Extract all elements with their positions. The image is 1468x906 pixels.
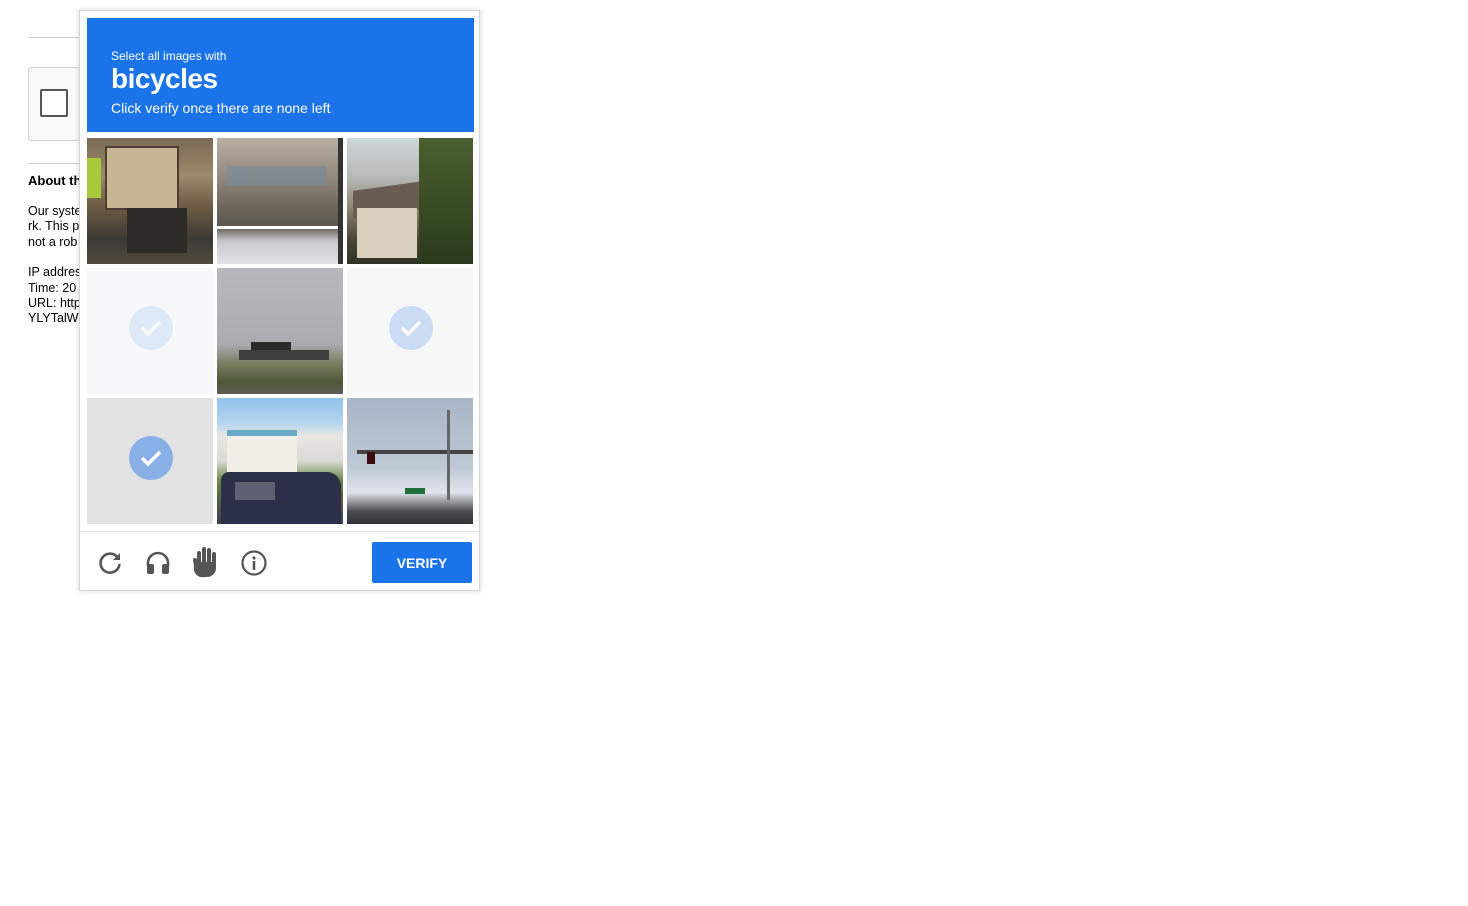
captcha-challenge: Select all images with bicycles Click ve… [79, 10, 480, 591]
prompt-target: bicycles [111, 63, 218, 94]
about-heading: About th [28, 173, 82, 188]
paragraph-line: rk. This p [28, 219, 80, 233]
captcha-tile[interactable] [87, 138, 213, 264]
captcha-tile[interactable] [217, 398, 343, 524]
captcha-footer: VERIFY [80, 531, 479, 591]
reload-icon[interactable] [97, 550, 123, 576]
url-line-continued: YLYTalW [28, 311, 79, 325]
selected-check-icon [129, 436, 173, 480]
selected-check-icon [389, 306, 433, 350]
captcha-tile[interactable] [217, 138, 343, 264]
selected-check-icon [129, 306, 173, 350]
image-grid [87, 138, 474, 525]
verify-button[interactable]: VERIFY [372, 542, 472, 583]
tile-image [347, 138, 473, 264]
tile-image [347, 398, 473, 524]
hand-icon[interactable] [192, 546, 220, 578]
captcha-tile[interactable] [217, 268, 343, 394]
paragraph-line: Our syste [28, 204, 82, 218]
tile-image [217, 398, 343, 524]
recaptcha-checkbox[interactable] [40, 89, 68, 117]
captcha-tile[interactable] [347, 138, 473, 264]
ip-address-line: IP addres [28, 265, 82, 279]
prompt-instruction: Select all images with [111, 49, 227, 63]
captcha-tile[interactable] [347, 398, 473, 524]
time-line: Time: 20 [28, 281, 77, 295]
paragraph-line: not a rob [28, 235, 78, 249]
prompt-subtext: Click verify once there are none left [111, 100, 331, 116]
tile-image [217, 268, 343, 394]
url-line: URL: http [28, 296, 81, 310]
headphones-icon[interactable] [145, 550, 171, 576]
captcha-header: Select all images with bicycles Click ve… [87, 18, 474, 132]
tile-image [217, 138, 343, 264]
captcha-tile-selected[interactable] [87, 398, 213, 524]
info-icon[interactable] [241, 550, 267, 576]
tile-image [87, 138, 213, 264]
captcha-tile-selected[interactable] [347, 268, 473, 394]
captcha-tile-selected[interactable] [87, 268, 213, 394]
